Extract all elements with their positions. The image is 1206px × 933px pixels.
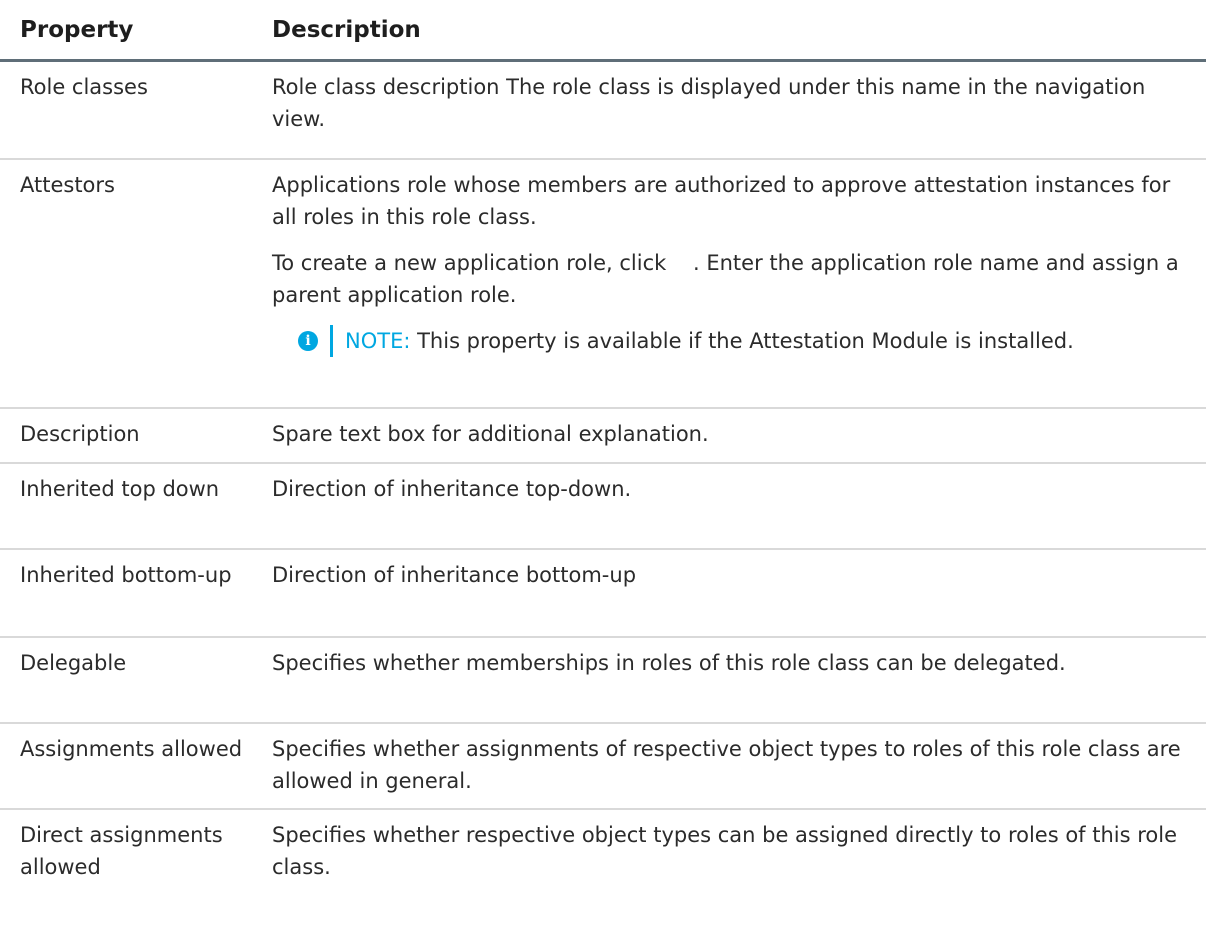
property-cell: Direct assignments allowed <box>20 823 223 879</box>
property-cell: Inherited top down <box>20 477 220 501</box>
description-cell: Specifies whether memberships in roles o… <box>272 651 1066 675</box>
property-cell: Role classes <box>20 75 148 99</box>
table-row: Description Spare text box for additiona… <box>0 409 1206 464</box>
note-text: This property is available if the Attest… <box>410 329 1074 353</box>
table-row: Attestors Applications role whose member… <box>0 160 1206 409</box>
property-cell: Attestors <box>20 173 115 197</box>
table-row: Assignments allowed Specifies whether as… <box>0 724 1206 810</box>
description-cell: Direction of inheritance top-down. <box>272 477 632 501</box>
property-cell: Inherited bottom-up <box>20 563 232 587</box>
info-icon: i <box>298 331 318 351</box>
property-table: Property Description Role classes Role c… <box>0 0 1206 930</box>
description-cell: Specifies whether assignments of respect… <box>272 737 1181 793</box>
table-row: Role classes Role class description The … <box>0 62 1206 160</box>
description-cell: Direction of inheritance bottom-up <box>272 563 637 587</box>
property-cell: Delegable <box>20 651 127 675</box>
description-cell: Spare text box for additional explanatio… <box>272 422 709 446</box>
description-cell: Role class description The role class is… <box>272 75 1146 131</box>
description-cell: Applications role whose members are auth… <box>272 160 1206 407</box>
table-row: Inherited top down Direction of inherita… <box>0 464 1206 550</box>
note-body: NOTE: This property is available if the … <box>330 325 1074 357</box>
note-callout: i NOTE: This property is available if th… <box>298 325 1186 357</box>
property-cell: Assignments allowed <box>20 737 243 761</box>
property-cell: Description <box>20 422 140 446</box>
description-paragraph: Applications role whose members are auth… <box>272 173 1171 229</box>
note-label: NOTE: <box>345 329 411 353</box>
table-row: Direct assignments allowed Specifies whe… <box>0 810 1206 930</box>
table-header: Property Description <box>0 0 1206 62</box>
description-cell: Specifies whether respective object type… <box>272 823 1178 879</box>
header-property: Property <box>20 16 134 43</box>
table-row: Inherited bottom-up Direction of inherit… <box>0 550 1206 638</box>
header-description: Description <box>272 16 421 43</box>
table-row: Delegable Specifies whether memberships … <box>0 638 1206 724</box>
description-paragraph: To create a new application role, click … <box>272 251 1179 307</box>
